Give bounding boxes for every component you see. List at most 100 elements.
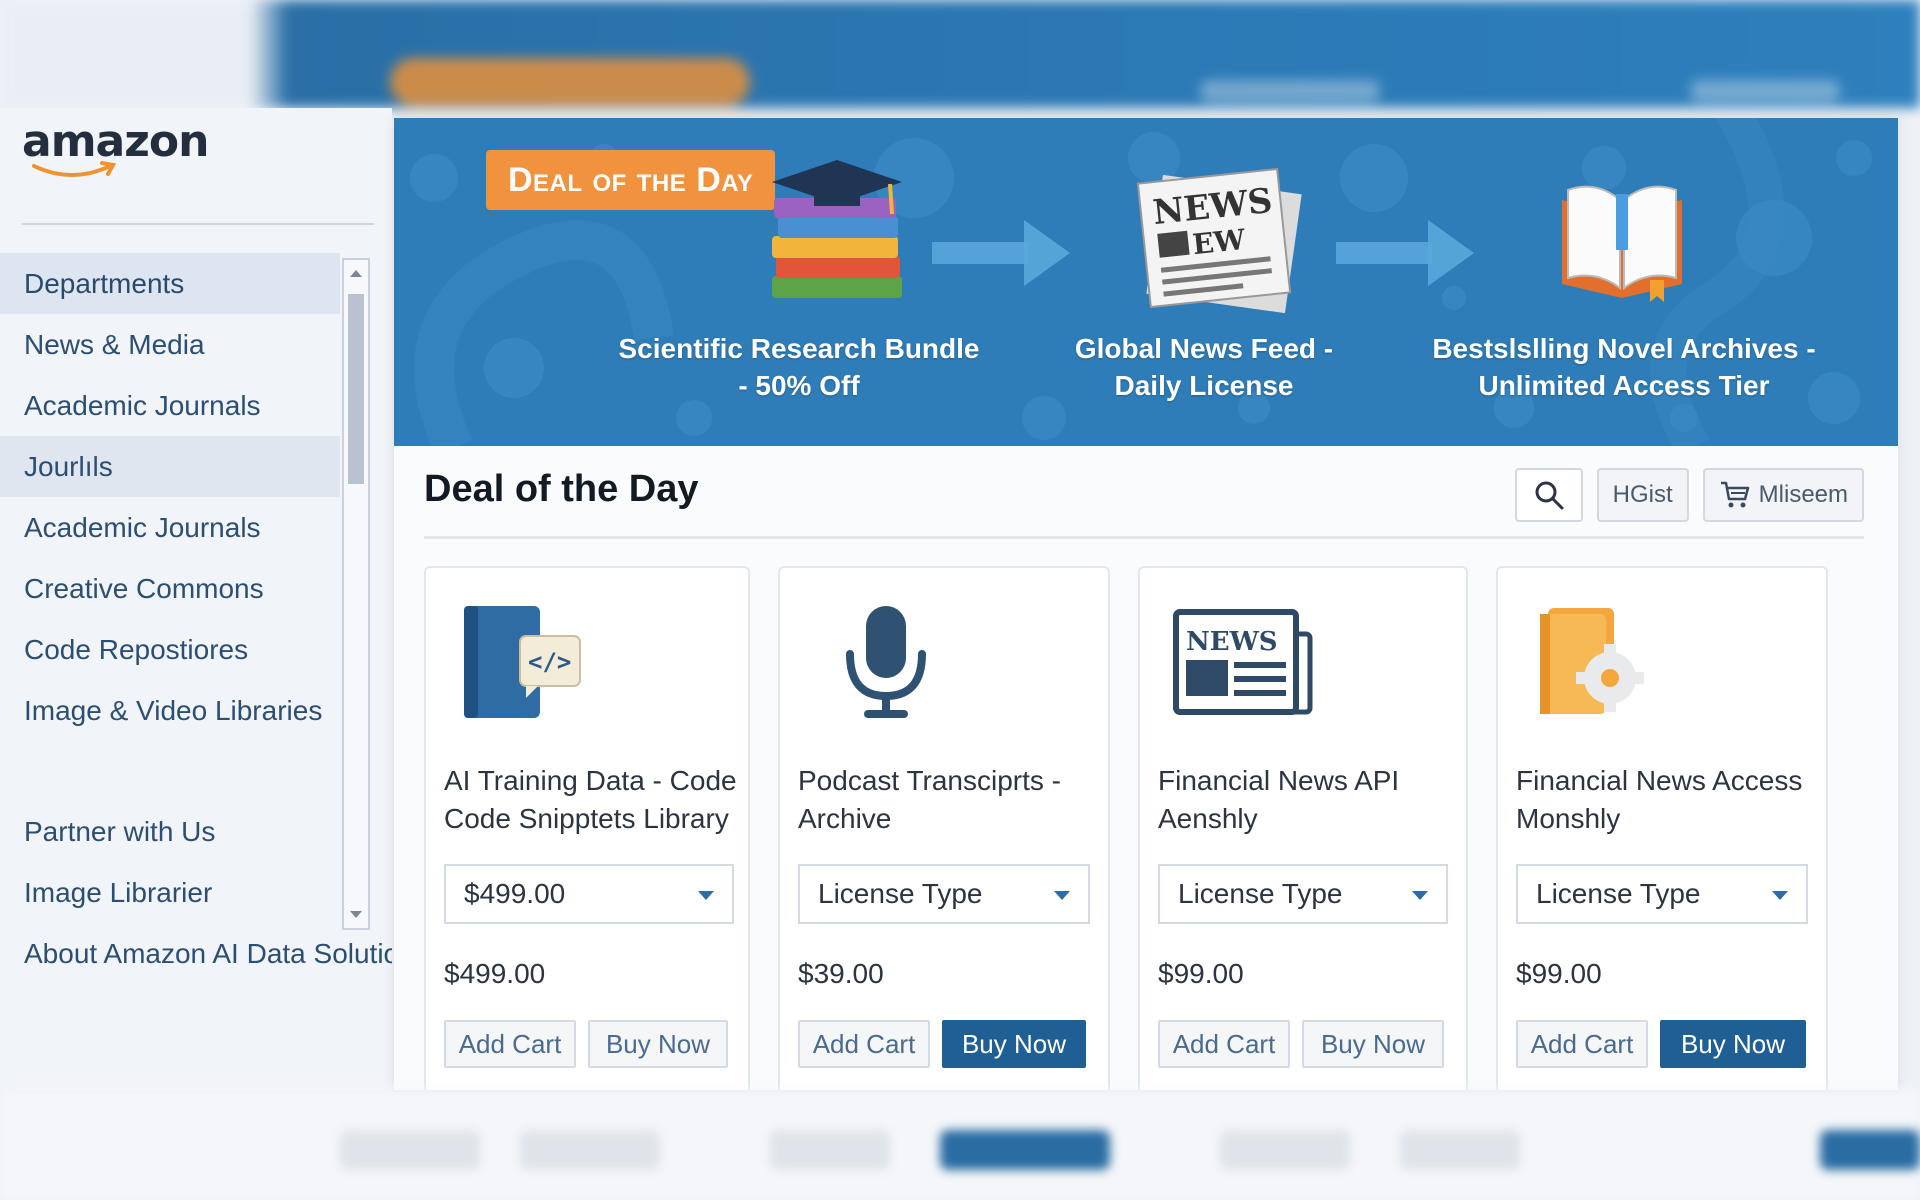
- newspaper-icon-subtitle: EW: [1191, 223, 1247, 261]
- product-price: $499.00: [444, 958, 546, 989]
- open-book-icon: [1562, 185, 1682, 302]
- amazon-logo[interactable]: amazon: [22, 116, 209, 177]
- license-select[interactable]: License Type: [798, 864, 1090, 924]
- add-to-cart-button[interactable]: Add Cart: [1516, 1020, 1648, 1068]
- product-price: $39.00: [798, 958, 884, 989]
- banner-item-novel-archives[interactable]: Bestslslling Novel Archives - Unlimited …: [1424, 330, 1824, 404]
- blurred-nav-item: [1200, 80, 1380, 102]
- banner-item-news-feed[interactable]: Global News Feed - Daily License: [1054, 330, 1354, 404]
- blurred-button: [340, 1130, 480, 1170]
- cart-label: Mliseem: [1758, 481, 1848, 508]
- product-title-line: Archive: [798, 803, 892, 834]
- product-card: Financial News Access Monshly License Ty…: [1496, 566, 1828, 1090]
- blurred-button: [770, 1130, 890, 1170]
- svg-text:</>: </>: [528, 648, 571, 676]
- blurred-footer: [0, 1090, 1920, 1200]
- sidebar-item-about[interactable]: About Amazon AI Data Solutio: [0, 923, 392, 984]
- chevron-down-icon: [1772, 891, 1788, 900]
- main-content: Deal of the Day NEWS EW Scientific Resea…: [394, 118, 1898, 1090]
- filter-button[interactable]: HGist: [1596, 468, 1689, 522]
- microphone-icon: [846, 606, 926, 718]
- sidebar-nav: Departments News & Media Academic Journa…: [0, 253, 392, 984]
- blurred-search-bar: [390, 58, 750, 106]
- product-title: Podcast Transciprts - Archive: [798, 762, 1098, 838]
- search-button[interactable]: [1514, 468, 1583, 522]
- arrow-right-icon-2: [1336, 220, 1474, 286]
- sidebar-item-code-repositories[interactable]: Code Repostiores: [0, 619, 340, 680]
- sidebar-item-partner[interactable]: Partner with Us: [0, 801, 340, 862]
- sidebar-item-creative-commons[interactable]: Creative Commons: [0, 558, 340, 619]
- license-select[interactable]: License Type: [1516, 864, 1808, 924]
- license-select-value: License Type: [818, 878, 983, 909]
- code-book-icon: </>: [464, 606, 581, 718]
- scroll-down-icon[interactable]: [350, 911, 362, 918]
- buy-now-button[interactable]: Buy Now: [588, 1020, 728, 1068]
- product-title-line: Aenshly: [1158, 803, 1258, 834]
- license-select-value: $499.00: [464, 878, 566, 909]
- sidebar-item-news-media[interactable]: News & Media: [0, 314, 340, 375]
- books-graduation-cap-icon: [772, 160, 902, 298]
- cart-button[interactable]: Mliseem: [1702, 468, 1864, 522]
- section-divider: [424, 536, 1864, 539]
- search-icon: [1535, 481, 1564, 510]
- product-card: Podcast Transciprts - Archive License Ty…: [778, 566, 1110, 1090]
- sidebar-item-journals[interactable]: Jourlıls: [0, 436, 340, 497]
- license-select-value: License Type: [1178, 878, 1343, 909]
- smile-arrow-icon: [32, 161, 117, 177]
- blurred-button: [1400, 1130, 1520, 1170]
- newspaper-icon: NEWS: [1173, 609, 1313, 715]
- section-tools: HGist Mliseem: [1514, 468, 1864, 522]
- add-to-cart-button[interactable]: Add Cart: [444, 1020, 576, 1068]
- deal-of-the-day-tag: Deal of the Day: [486, 150, 776, 210]
- promo-banner[interactable]: Deal of the Day NEWS EW Scientific Resea…: [394, 118, 1898, 446]
- arrow-right-icon: [932, 220, 1070, 286]
- scroll-thumb[interactable]: [348, 294, 364, 484]
- blurred-button: [520, 1130, 660, 1170]
- buy-now-button[interactable]: Buy Now: [1302, 1020, 1444, 1068]
- cart-icon: [1720, 481, 1749, 508]
- chevron-down-icon: [1054, 891, 1070, 900]
- sidebar-item-image-video-libraries[interactable]: Image & Video Libraries: [0, 680, 340, 741]
- product-title-line: Monshly: [1516, 803, 1621, 834]
- banner-item-line: Bestslslling Novel Archives -: [1432, 333, 1816, 364]
- sidebar-item-academic-journals[interactable]: Academic Journals: [0, 375, 340, 436]
- product-title: Financial News Access Monshly: [1516, 762, 1816, 838]
- product-grid: </> AI Training Data - Code Code Snippte…: [424, 566, 1884, 1090]
- license-select[interactable]: $499.00: [444, 864, 734, 924]
- sidebar-item-academic-journals-2[interactable]: Academic Journals: [0, 497, 340, 558]
- product-title-line: Financial News API: [1158, 765, 1400, 796]
- section-title: Deal of the Day: [424, 468, 699, 510]
- license-select[interactable]: License Type: [1158, 864, 1448, 924]
- banner-item-line: - 50% Off: [738, 370, 860, 401]
- add-to-cart-button[interactable]: Add Cart: [1158, 1020, 1290, 1068]
- blurred-button: [940, 1130, 1110, 1170]
- product-title-line: Financial News Access: [1516, 765, 1803, 796]
- chevron-down-icon: [1412, 891, 1428, 900]
- product-card: </> AI Training Data - Code Code Snippte…: [424, 566, 750, 1090]
- product-title-line: Podcast Transciprts -: [798, 765, 1061, 796]
- product-price: $99.00: [1158, 958, 1244, 989]
- newspaper-icon-title: NEWS: [1186, 627, 1278, 657]
- banner-item-line: Scientific Research Bundle: [618, 333, 980, 364]
- banner-item-research[interactable]: Scientific Research Bundle - 50% Off: [604, 330, 994, 404]
- sidebar-scrollbar[interactable]: [342, 258, 370, 930]
- product-title-line: Code Snipptets Library: [444, 803, 729, 834]
- scroll-up-icon[interactable]: [350, 270, 362, 277]
- product-title: AI Training Data - Code Code Snipptets L…: [444, 762, 744, 838]
- blurred-header: [0, 0, 1920, 108]
- blurred-button: [1220, 1130, 1350, 1170]
- product-price: $99.00: [1516, 958, 1602, 989]
- blurred-button: [1820, 1130, 1920, 1170]
- product-card: NEWS Financial News API Aenshly License …: [1138, 566, 1468, 1090]
- add-to-cart-button[interactable]: Add Cart: [798, 1020, 930, 1068]
- blurred-nav-item: [1690, 80, 1840, 102]
- sidebar-divider: [22, 223, 374, 225]
- buy-now-button[interactable]: Buy Now: [1660, 1020, 1806, 1068]
- book-gear-icon: [1540, 608, 1644, 714]
- license-select-value: License Type: [1536, 878, 1701, 909]
- sidebar-item-departments[interactable]: Departments: [0, 253, 340, 314]
- filter-label: HGist: [1612, 481, 1673, 508]
- buy-now-button[interactable]: Buy Now: [942, 1020, 1086, 1068]
- newspaper-icon: NEWS EW: [1136, 167, 1302, 314]
- sidebar-item-image-librarier[interactable]: Image Librarier: [0, 862, 340, 923]
